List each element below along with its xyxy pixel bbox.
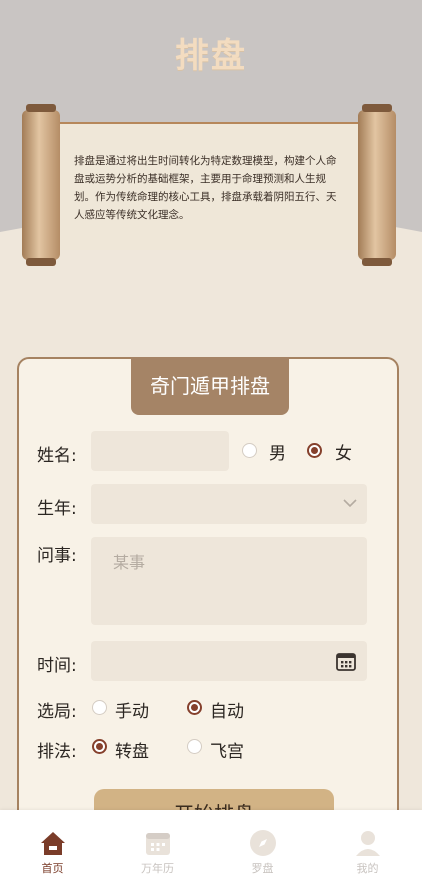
method-fly-radio[interactable] <box>187 739 202 754</box>
tab-compass-label: 罗盘 <box>251 862 274 875</box>
form-card: 奇门遁甲排盘 姓名: 男 女 生年: 问事: 某事 时间: 选局: 手动 自动 … <box>17 357 399 839</box>
gender-female-radio[interactable] <box>307 443 322 458</box>
form-title: 奇门遁甲排盘 <box>131 357 289 415</box>
method-fly-label[interactable]: 飞宫 <box>210 737 244 762</box>
user-icon <box>356 831 380 856</box>
question-placeholder: 某事 <box>113 553 146 572</box>
scroll-left-roll <box>22 104 60 266</box>
method-rotate-label[interactable]: 转盘 <box>115 737 149 762</box>
compass-icon <box>250 830 276 856</box>
mode-manual-label[interactable]: 手动 <box>115 697 149 722</box>
tab-compass[interactable]: 罗盘 <box>210 810 315 878</box>
mode-auto-radio[interactable] <box>187 700 202 715</box>
calendar-icon[interactable] <box>335 650 357 672</box>
tab-calendar[interactable]: 万年历 <box>105 810 210 878</box>
tab-home[interactable]: 首页 <box>0 810 105 878</box>
home-icon <box>41 832 65 855</box>
name-label: 姓名: <box>37 446 77 466</box>
bottom-tabbar: 首页 万年历 罗盘 我的 <box>0 810 422 878</box>
tab-calendar-label: 万年历 <box>141 862 174 875</box>
method-label: 排法: <box>37 742 77 762</box>
question-label: 问事: <box>37 546 77 566</box>
gender-male-radio[interactable] <box>242 443 257 458</box>
scroll-right-roll <box>358 104 396 266</box>
year-label: 生年: <box>37 499 77 519</box>
mode-auto-label[interactable]: 自动 <box>210 697 244 722</box>
mode-label: 选局: <box>37 702 77 722</box>
tab-profile[interactable]: 我的 <box>315 810 420 878</box>
time-label: 时间: <box>37 656 77 676</box>
time-picker[interactable] <box>91 641 367 681</box>
intro-text: 排盘是通过将出生时间转化为特定数理模型，构建个人命盘或运势分析的基础框架，主要用… <box>74 155 337 221</box>
name-input[interactable] <box>91 431 229 471</box>
calendar-icon <box>146 833 170 855</box>
chevron-down-icon <box>343 499 357 508</box>
gender-female-label[interactable]: 女 <box>335 439 352 464</box>
mode-manual-radio[interactable] <box>92 700 107 715</box>
tab-profile-label: 我的 <box>356 862 379 875</box>
tab-home-label: 首页 <box>41 862 64 875</box>
question-textarea[interactable]: 某事 <box>91 537 367 625</box>
gender-male-label[interactable]: 男 <box>269 439 286 464</box>
method-rotate-radio[interactable] <box>92 739 107 754</box>
page-title: 排盘 <box>175 36 247 76</box>
year-select[interactable] <box>91 484 367 524</box>
